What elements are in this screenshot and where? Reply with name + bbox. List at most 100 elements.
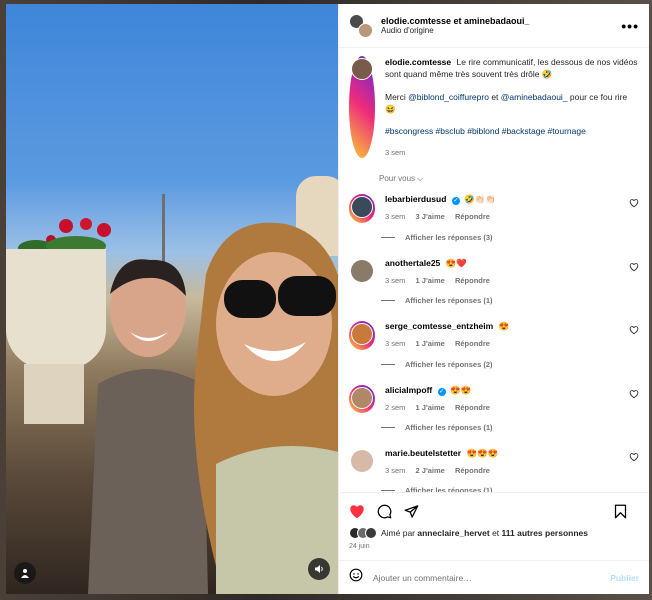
replies-label: Afficher les réponses (1) (405, 423, 493, 432)
likes-others-link[interactable]: 111 autres personnes (502, 528, 588, 538)
publish-button[interactable]: Publier (610, 573, 639, 583)
view-replies-button[interactable]: Afficher les réponses (1) (381, 296, 639, 305)
comment-likes[interactable]: 1 J'aime (416, 339, 445, 348)
avatar (351, 58, 373, 80)
comment-username[interactable]: anothertale25 (385, 258, 440, 268)
comment-like-icon[interactable] (629, 262, 639, 272)
comment-text: 😍😍 (449, 384, 472, 395)
verified-badge-icon: ✓ (437, 387, 446, 396)
avatar-wrap[interactable] (349, 448, 375, 476)
collab-avatars[interactable] (349, 13, 373, 38)
comment-icon (377, 504, 392, 518)
user-tag-button[interactable] (14, 562, 36, 584)
comment-button[interactable] (377, 504, 392, 519)
comment-time[interactable]: 3 sem (385, 339, 405, 348)
comment-time[interactable]: 2 sem (385, 403, 405, 412)
view-replies-button[interactable]: Afficher les réponses (1) (381, 486, 639, 492)
comment-body: alicialmpoff ✓ 😍😍 2 sem 1 J'aime Répondr… (385, 385, 639, 413)
user-tag-icon (21, 569, 29, 578)
emoji-button[interactable] (349, 568, 363, 587)
replies-line (381, 363, 395, 365)
view-replies-button[interactable]: Afficher les réponses (1) (381, 423, 639, 432)
comment-likes[interactable]: 2 J'aime (416, 466, 445, 475)
comments-sort-dropdown[interactable]: Pour vous ⌵ (379, 174, 639, 184)
like-button[interactable] (349, 504, 365, 519)
avatar-wrap[interactable] (349, 258, 375, 286)
caption-username[interactable]: elodie.comtesse (385, 57, 451, 67)
comment-like-icon[interactable] (629, 389, 639, 399)
add-comment-bar: Publier (339, 560, 649, 594)
replies-line (381, 236, 395, 238)
replies-label: Afficher les réponses (1) (405, 486, 493, 492)
reply-button[interactable]: Répondre (455, 276, 490, 285)
comment-meta: 3 sem 2 J'aime Répondre (385, 466, 639, 477)
avatar (351, 259, 373, 282)
liker-avatars (349, 527, 377, 539)
avatar-ring[interactable] (349, 194, 375, 223)
comment-item: alicialmpoff ✓ 😍😍 2 sem 1 J'aime Répondr… (349, 384, 639, 413)
comment-username[interactable]: lebarbierdusud (385, 194, 446, 204)
avatar (351, 386, 373, 409)
avatar-ring[interactable] (349, 56, 375, 159)
woman-figure (194, 222, 338, 594)
comment-input[interactable] (373, 572, 611, 583)
comment-like-icon[interactable] (629, 452, 639, 462)
post-video[interactable] (6, 4, 338, 594)
comment-item: lebarbierdusud ✓ 🤣👏🏻👏🏻 3 sem 3 J'aime Ré… (349, 194, 639, 223)
comment-meta: 2 sem 1 J'aime Répondre (385, 403, 639, 414)
view-replies-button[interactable]: Afficher les réponses (2) (381, 360, 639, 369)
post-authors[interactable]: elodie.comtesse et aminebadaoui_ (381, 16, 621, 26)
comment-body: lebarbierdusud ✓ 🤣👏🏻👏🏻 3 sem 3 J'aime Ré… (385, 194, 639, 222)
post-date[interactable]: 24 juin (349, 543, 639, 560)
share-button[interactable] (404, 504, 419, 519)
reply-button[interactable]: Répondre (455, 212, 490, 221)
comment-like-icon[interactable] (629, 198, 639, 208)
comment-time[interactable]: 3 sem (385, 212, 405, 221)
comment-text: 😍 (498, 321, 510, 332)
thanks-mid: et (491, 91, 499, 102)
liker-username[interactable]: anneclaire_hervet (417, 528, 489, 538)
reply-button[interactable]: Répondre (455, 339, 490, 348)
caption-thanks: Merci @biblond_coiffurepro et @aminebada… (385, 91, 639, 116)
hashtags[interactable]: #bscongress #bsclub #biblond #backstage … (385, 125, 639, 137)
reply-button[interactable]: Répondre (455, 466, 490, 475)
post-sidebar: elodie.comtesse et aminebadaoui_ Audio d… (338, 4, 649, 594)
sound-button[interactable] (308, 558, 330, 580)
comment-item: anothertale25 😍❤️ 3 sem 1 J'aime Répondr… (349, 258, 639, 286)
replies-line (381, 427, 395, 428)
likes-prefix: Aimé par (381, 528, 416, 538)
comment-likes[interactable]: 3 J'aime (416, 212, 445, 221)
post-header: elodie.comtesse et aminebadaoui_ Audio d… (339, 4, 649, 48)
caption-body: elodie.comtesse Le rire communicatif, le… (385, 56, 639, 158)
comment-likes[interactable]: 1 J'aime (416, 276, 445, 285)
avatar-ring[interactable] (349, 321, 375, 350)
post-actions-section: Aimé par anneclaire_hervet et 111 autres… (339, 492, 649, 560)
post-modal: elodie.comtesse et aminebadaoui_ Audio d… (6, 4, 649, 594)
comment-like-icon[interactable] (629, 325, 639, 335)
comments-list[interactable]: elodie.comtesse Le rire communicatif, le… (339, 48, 649, 492)
replies-label: Afficher les réponses (3) (405, 232, 493, 242)
comment-username[interactable]: alicialmpoff (385, 385, 432, 395)
audio-label[interactable]: Audio d'origine (381, 26, 621, 35)
save-button[interactable] (614, 504, 627, 519)
comment-username[interactable]: marie.beutelstetter (385, 448, 461, 458)
view-replies-button[interactable]: Afficher les réponses (3) (381, 233, 639, 242)
sound-icon (314, 565, 323, 573)
comment-item: serge_comtesse_entzheim 😍 3 sem 1 J'aime… (349, 321, 639, 350)
save-icon (614, 504, 627, 518)
caption-time[interactable]: 3 sem (385, 148, 639, 159)
share-icon (404, 504, 419, 518)
reply-button[interactable]: Répondre (455, 403, 490, 412)
more-options-button[interactable]: ••• (621, 18, 639, 34)
replies-line (381, 490, 395, 492)
comment-time[interactable]: 3 sem (385, 466, 405, 475)
heart-icon (350, 504, 364, 518)
comment-username[interactable]: serge_comtesse_entzheim (385, 321, 493, 331)
avatar-ring[interactable] (349, 384, 375, 413)
replies-label: Afficher les réponses (2) (405, 359, 493, 369)
avatar (351, 450, 373, 472)
comment-likes[interactable]: 1 J'aime (416, 403, 445, 412)
mention-link[interactable]: @biblond_coiffurepro (408, 92, 489, 102)
comment-time[interactable]: 3 sem (385, 276, 405, 285)
mention-link[interactable]: @aminebadaoui_ (501, 92, 568, 102)
